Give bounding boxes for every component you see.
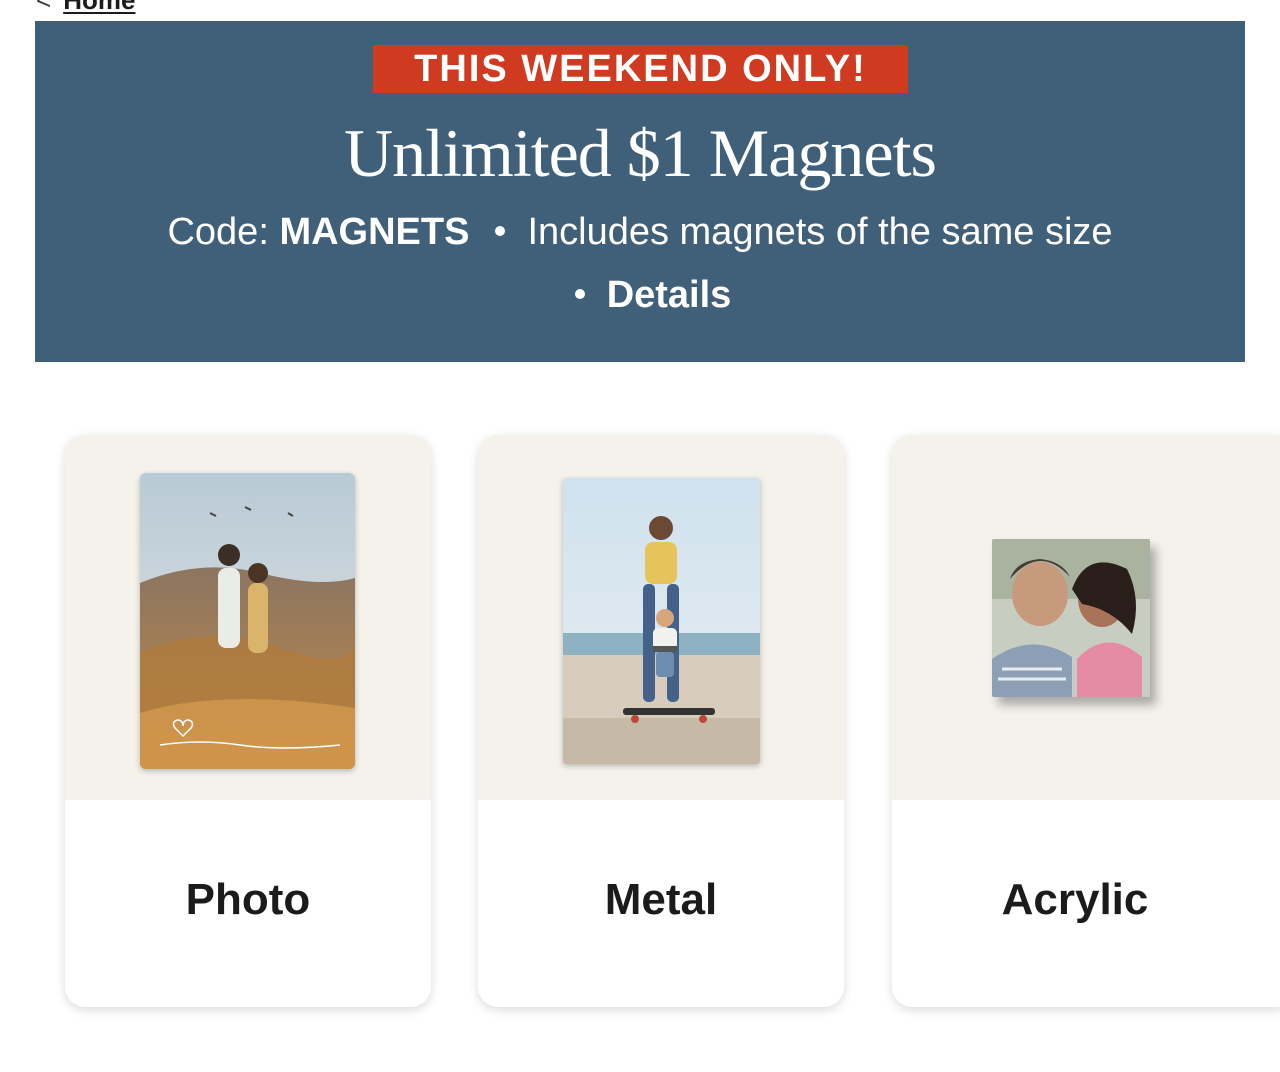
acrylic-magnet-image bbox=[992, 539, 1150, 697]
bullet-dot bbox=[574, 288, 585, 299]
weekend-badge: THIS WEEKEND ONLY! bbox=[373, 45, 908, 93]
card-image-area bbox=[65, 435, 431, 800]
code-prefix: Code: bbox=[167, 211, 280, 253]
card-image-area bbox=[892, 435, 1280, 800]
chevron-left-icon: < bbox=[36, 0, 51, 16]
bullet-dot bbox=[495, 225, 506, 236]
details-link[interactable]: Details bbox=[607, 274, 732, 316]
promo-code: MAGNETS bbox=[279, 211, 470, 253]
promo-banner: THIS WEEKEND ONLY! Unlimited $1 Magnets … bbox=[35, 21, 1245, 362]
photo-magnet-image bbox=[140, 473, 355, 769]
promo-headline: Unlimited $1 Magnets bbox=[344, 115, 937, 191]
metal-magnet-image bbox=[563, 478, 760, 764]
magnet-type-cards: Photo Metal Acrylic bbox=[65, 435, 1280, 1007]
card-label: Acrylic bbox=[1001, 875, 1149, 924]
card-label: Metal bbox=[604, 875, 718, 924]
card-image-area bbox=[478, 435, 844, 800]
breadcrumb: < Home bbox=[36, 0, 135, 16]
card-acrylic[interactable]: Acrylic bbox=[892, 435, 1280, 1007]
card-photo[interactable]: Photo bbox=[65, 435, 431, 1007]
home-link[interactable]: Home bbox=[63, 0, 135, 16]
card-metal[interactable]: Metal bbox=[478, 435, 844, 1007]
promo-description: Includes magnets of the same size bbox=[527, 211, 1113, 253]
promo-details: Code: MAGNETS Includes magnets of the sam… bbox=[155, 201, 1125, 327]
card-label: Photo bbox=[185, 875, 311, 924]
